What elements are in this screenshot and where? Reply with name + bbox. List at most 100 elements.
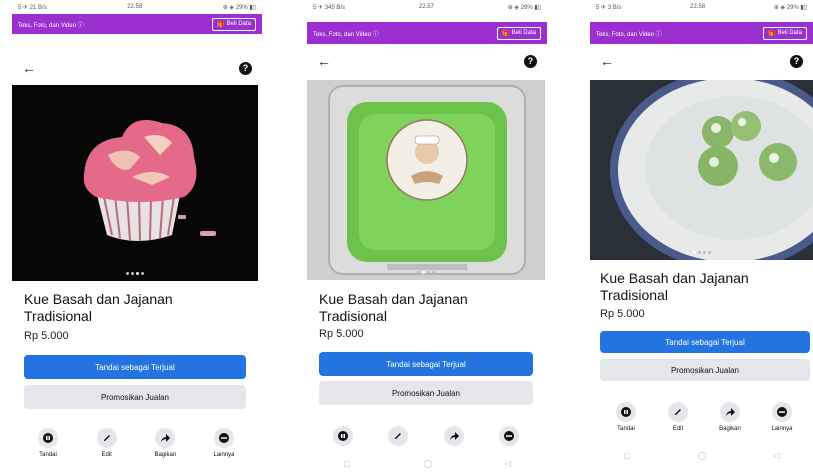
mark-sold-button[interactable]: Tandai sebagai Terjual [600, 331, 810, 353]
listing-price: Rp 5.000 [24, 330, 69, 342]
recent-apps-icon[interactable]: ▢ [343, 459, 351, 468]
status-network: 5 ✈ 345 B/s [313, 4, 346, 11]
action-more[interactable]: Lainnya [202, 428, 246, 458]
data-usage-label[interactable]: Teks, Foto, dan Video ⓘ [596, 29, 662, 38]
status-battery: ⊕ ◈ 29% ▮▯ [507, 4, 541, 11]
promote-button[interactable]: Promosikan Jualan [319, 381, 533, 405]
action-label: Lainnya [771, 426, 793, 432]
back-arrow-icon[interactable]: ← [22, 60, 36, 76]
data-top-bar: Teks, Foto, dan Video ⓘ 🎁 Beli Data [590, 22, 813, 44]
action-tandai[interactable]: Tandai [26, 428, 70, 458]
pencil-icon [96, 428, 117, 448]
screen-1: 5 ✈ 21 B/s 22.58 ⊕ ◈ 29% ▮▯ Teks, Foto, … [12, 0, 262, 474]
mark-sold-button[interactable]: Tandai sebagai Terjual [24, 355, 246, 379]
product-photo[interactable] [307, 80, 545, 280]
status-time: 22.58 [690, 4, 706, 10]
system-back-icon[interactable]: ◁ [505, 459, 511, 468]
gift-icon: 🎁 [768, 30, 776, 37]
carousel-dots[interactable] [417, 271, 435, 274]
status-bar: 5 ✈ 3 B/s 22.58 ⊕ ◈ 29% ▮▯ [590, 0, 813, 14]
action-tandai[interactable]: Tandai [604, 402, 648, 432]
status-time: 22.58 [127, 4, 143, 10]
action-more[interactable] [487, 426, 531, 446]
mark-sold-button[interactable]: Tandai sebagai Terjual [319, 352, 533, 376]
pencil-icon [388, 426, 409, 446]
back-arrow-icon[interactable]: ← [600, 53, 614, 69]
more-icon [498, 426, 519, 446]
system-back-icon[interactable]: ◁ [773, 451, 779, 460]
listing-price: Rp 5.000 [600, 308, 645, 320]
action-label: Edit [672, 426, 684, 432]
pause-icon [616, 402, 636, 422]
back-arrow-icon[interactable]: ← [317, 53, 331, 69]
pencil-icon [668, 402, 688, 422]
listing-title: Kue Basah dan Jajanan Tradisional [24, 291, 173, 324]
carousel-dots[interactable] [692, 251, 711, 254]
recent-apps-icon[interactable]: ▢ [623, 451, 631, 460]
action-edit[interactable] [376, 426, 420, 446]
action-share[interactable]: Bagikan [143, 428, 187, 458]
action-edit[interactable]: Edit [85, 428, 129, 458]
share-icon [443, 426, 464, 446]
green-cake-image [307, 80, 545, 280]
product-photo[interactable] [590, 80, 813, 260]
more-icon [213, 428, 234, 448]
share-icon [720, 402, 740, 422]
listing-price: Rp 5.000 [319, 328, 364, 340]
action-tandai[interactable] [321, 426, 365, 446]
action-label: Bagikan [154, 452, 177, 458]
cupcake-image [12, 85, 258, 281]
action-edit[interactable]: Edit [656, 402, 700, 432]
more-icon [772, 402, 792, 422]
listing-title: Kue Basah dan Jajanan Tradisional [319, 291, 468, 324]
action-row [321, 426, 531, 446]
buy-data-button[interactable]: 🎁 Beli Data [497, 26, 541, 40]
nav-toolbar: ← ? [590, 50, 813, 72]
nav-toolbar: ← ? [12, 57, 262, 79]
carousel-dots[interactable] [126, 272, 144, 275]
screen-2: 5 ✈ 345 B/s 22.57 ⊕ ◈ 29% ▮▯ Teks, Foto,… [307, 0, 547, 474]
data-usage-label[interactable]: Teks, Foto, dan Video ⓘ [313, 29, 379, 38]
buy-data-button[interactable]: 🎁 Beli Data [763, 26, 807, 40]
green-snack-plate-image [590, 80, 813, 260]
screen-3: 5 ✈ 3 B/s 22.58 ⊕ ◈ 29% ▮▯ Teks, Foto, d… [590, 0, 813, 474]
action-share[interactable] [432, 426, 476, 446]
buy-data-label: Beli Data [226, 21, 251, 27]
pause-icon [38, 428, 58, 448]
action-row: Tandai Edit Bagikan Lainnya [604, 402, 804, 432]
help-icon[interactable]: ? [790, 54, 803, 68]
action-more[interactable]: Lainnya [760, 402, 804, 432]
gift-icon: 🎁 [502, 30, 510, 37]
status-network: 5 ✈ 21 B/s [18, 4, 47, 11]
action-row: Tandai Edit Bagikan Lainnya [26, 428, 246, 458]
data-usage-label[interactable]: Teks, Foto, dan Video ⓘ [18, 20, 84, 29]
action-label: Bagikan [719, 426, 741, 432]
home-icon[interactable]: ◯ [423, 459, 432, 468]
help-icon[interactable]: ? [239, 61, 252, 75]
status-bar: 5 ✈ 21 B/s 22.58 ⊕ ◈ 29% ▮▯ [12, 0, 262, 14]
action-label: Tandai [617, 426, 635, 432]
action-label: Tandai [39, 452, 57, 458]
buy-data-label: Beli Data [511, 30, 536, 36]
system-nav-bar: ▢ ◯ ◁ [307, 454, 547, 472]
nav-toolbar: ← ? [307, 50, 547, 72]
promote-button[interactable]: Promosikan Jualan [600, 359, 810, 381]
status-battery: ⊕ ◈ 29% ▮▯ [773, 4, 807, 11]
promote-button[interactable]: Promosikan Jualan [24, 385, 246, 409]
action-share[interactable]: Bagikan [708, 402, 752, 432]
buy-data-button[interactable]: 🎁 Beli Data [212, 17, 256, 31]
action-label: Lainnya [213, 452, 235, 458]
status-time: 22.57 [418, 4, 434, 10]
pause-icon [333, 426, 353, 446]
home-icon[interactable]: ◯ [698, 451, 707, 460]
action-label: Edit [101, 452, 112, 458]
system-nav-bar: ▢ ◯ ◁ [590, 446, 813, 464]
gift-icon: 🎁 [217, 21, 225, 28]
listing-title: Kue Basah dan Jajanan Tradisional [600, 270, 749, 303]
share-icon [155, 428, 176, 448]
data-top-bar: Teks, Foto, dan Video ⓘ 🎁 Beli Data [307, 22, 547, 44]
status-network: 5 ✈ 3 B/s [596, 4, 622, 11]
status-battery: ⊕ ◈ 29% ▮▯ [222, 4, 256, 11]
product-photo[interactable] [12, 85, 258, 281]
help-icon[interactable]: ? [524, 54, 537, 68]
